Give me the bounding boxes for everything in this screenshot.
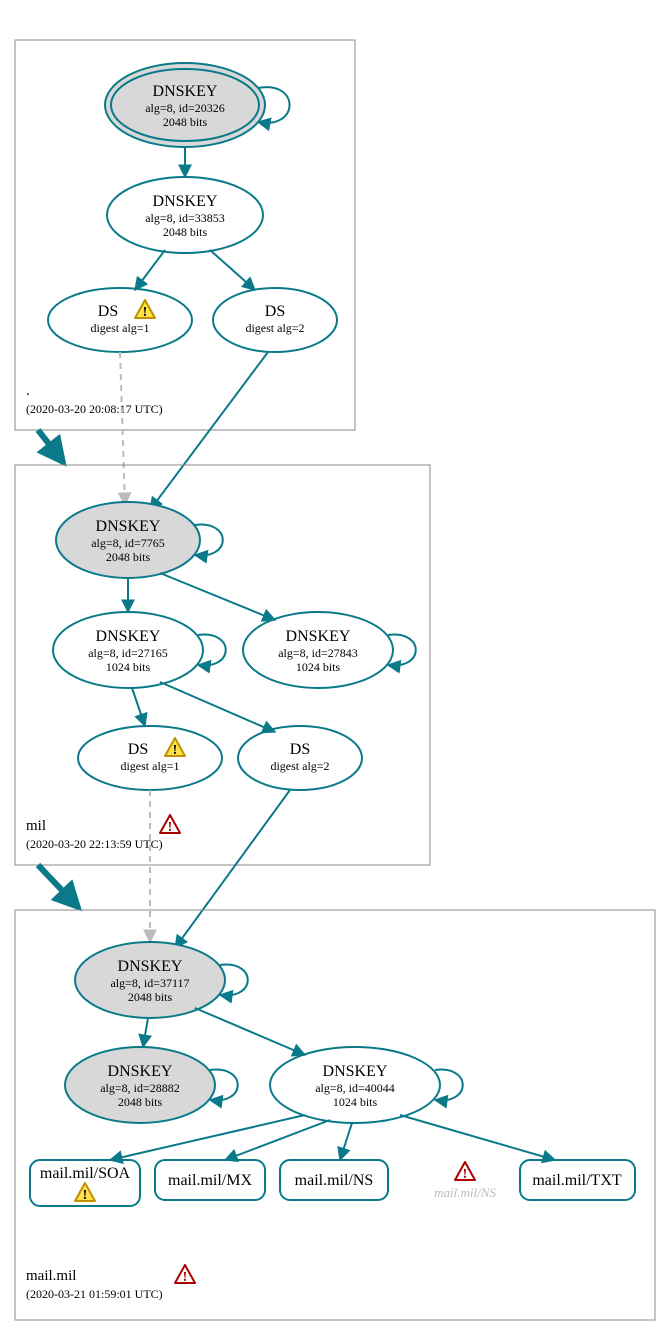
svg-text:DS: DS bbox=[265, 303, 285, 320]
edge-ds1-to-mil-ksk bbox=[120, 352, 125, 505]
svg-text:!: ! bbox=[463, 1167, 468, 1182]
svg-text:digest alg=1: digest alg=1 bbox=[120, 759, 179, 773]
svg-text:alg=8, id=28882: alg=8, id=28882 bbox=[100, 1081, 180, 1095]
error-icon: ! bbox=[175, 1265, 195, 1285]
rr-ns-ghost: mail.mil/NS bbox=[434, 1185, 496, 1200]
svg-text:DNSKEY: DNSKEY bbox=[286, 628, 351, 645]
node-root-ds1 bbox=[48, 288, 192, 352]
svg-text:mail.mil/SOA: mail.mil/SOA bbox=[40, 1165, 131, 1182]
svg-text:DS: DS bbox=[290, 741, 310, 758]
svg-text:mail.mil/MX: mail.mil/MX bbox=[168, 1172, 252, 1189]
svg-text:DNSKEY: DNSKEY bbox=[153, 193, 218, 210]
svg-text:2048 bits: 2048 bits bbox=[118, 1095, 163, 1109]
zone-root-label: . bbox=[26, 383, 30, 399]
node-mil-ds1 bbox=[78, 726, 222, 790]
svg-text:DNSKEY: DNSKEY bbox=[153, 83, 218, 100]
svg-text:DS: DS bbox=[128, 741, 148, 758]
svg-text:2048 bits: 2048 bits bbox=[163, 115, 208, 129]
svg-text:alg=8, id=37117: alg=8, id=37117 bbox=[110, 976, 189, 990]
svg-text:DNSKEY: DNSKEY bbox=[118, 958, 183, 975]
svg-text:alg=8, id=40044: alg=8, id=40044 bbox=[315, 1081, 395, 1095]
svg-text:!: ! bbox=[168, 820, 173, 835]
svg-text:!: ! bbox=[83, 1188, 88, 1203]
svg-text:DNSKEY: DNSKEY bbox=[323, 1063, 388, 1080]
edge-milds2-to-mm-ksk bbox=[175, 790, 290, 948]
svg-text:2048 bits: 2048 bits bbox=[128, 990, 173, 1004]
svg-text:alg=8, id=33853: alg=8, id=33853 bbox=[145, 211, 225, 225]
node-mil-ds2 bbox=[238, 726, 362, 790]
svg-text:alg=8, id=27843: alg=8, id=27843 bbox=[278, 646, 358, 660]
svg-text:DNSKEY: DNSKEY bbox=[96, 518, 161, 535]
svg-text:mail.mil/NS: mail.mil/NS bbox=[295, 1172, 374, 1189]
svg-text:alg=8, id=20326: alg=8, id=20326 bbox=[145, 101, 225, 115]
svg-text:2048 bits: 2048 bits bbox=[163, 225, 208, 239]
error-icon: ! bbox=[160, 815, 180, 835]
zone-mil-label: mil bbox=[26, 818, 46, 834]
svg-text:!: ! bbox=[173, 743, 178, 758]
edge-root-to-mil-deleg bbox=[38, 430, 63, 462]
edge-root-zsk-ds2 bbox=[210, 250, 255, 290]
edge-root-zsk-ds1 bbox=[135, 250, 165, 290]
svg-text:1024 bits: 1024 bits bbox=[106, 660, 151, 674]
svg-text:DNSKEY: DNSKEY bbox=[96, 628, 161, 645]
svg-text:1024 bits: 1024 bits bbox=[296, 660, 341, 674]
svg-text:alg=8, id=7765: alg=8, id=7765 bbox=[91, 536, 165, 550]
svg-text:mail.mil/TXT: mail.mil/TXT bbox=[532, 1172, 622, 1189]
svg-text:1024 bits: 1024 bits bbox=[333, 1095, 378, 1109]
svg-text:DNSKEY: DNSKEY bbox=[108, 1063, 173, 1080]
svg-text:digest alg=2: digest alg=2 bbox=[270, 759, 329, 773]
dnssec-graph: . (2020-03-20 20:08:17 UTC) DNSKEY alg=8… bbox=[0, 0, 668, 1337]
error-icon: ! bbox=[455, 1162, 475, 1182]
svg-text:!: ! bbox=[143, 305, 148, 320]
node-root-ds2 bbox=[213, 288, 337, 352]
zone-root-ts: (2020-03-20 20:08:17 UTC) bbox=[26, 402, 163, 416]
svg-text:alg=8, id=27165: alg=8, id=27165 bbox=[88, 646, 168, 660]
svg-text:digest alg=1: digest alg=1 bbox=[90, 321, 149, 335]
svg-text:2048 bits: 2048 bits bbox=[106, 550, 151, 564]
svg-text:!: ! bbox=[183, 1270, 188, 1285]
zone-mil-ts: (2020-03-20 22:13:59 UTC) bbox=[26, 837, 163, 851]
zone-mailmil-label: mail.mil bbox=[26, 1268, 76, 1284]
zone-mailmil-ts: (2020-03-21 01:59:01 UTC) bbox=[26, 1287, 163, 1301]
svg-text:DS: DS bbox=[98, 303, 118, 320]
edge-mil-to-mailmil-deleg bbox=[38, 865, 78, 907]
svg-text:digest alg=2: digest alg=2 bbox=[245, 321, 304, 335]
edge-ds2-to-mil-ksk bbox=[150, 352, 268, 510]
